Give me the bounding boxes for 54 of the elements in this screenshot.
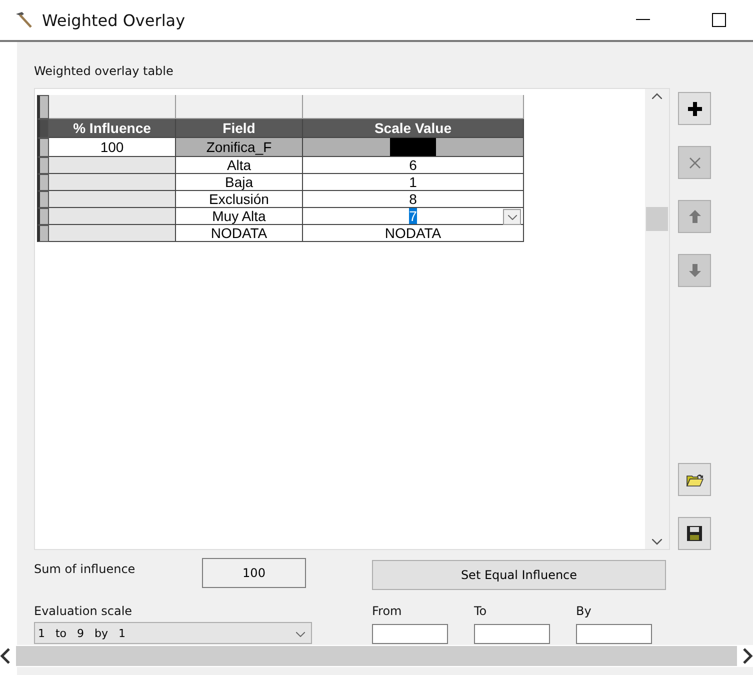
sum-field: 100 <box>202 558 306 588</box>
range-label: From <box>372 604 403 618</box>
open-button[interactable] <box>678 463 711 496</box>
scroll-right-icon[interactable] <box>743 648 753 664</box>
table-cell: Alta <box>176 157 303 174</box>
row-selector[interactable] <box>37 191 49 208</box>
column-header: % Influence <box>49 119 176 138</box>
chevron-down-icon <box>296 632 305 637</box>
row-selector[interactable] <box>37 138 49 157</box>
scroll-left-icon[interactable] <box>0 648 10 664</box>
close-icon <box>688 156 700 168</box>
table-cell: NODATA <box>176 225 303 242</box>
evaluation-label: Evaluation scale <box>34 604 134 618</box>
column-header: Field <box>176 119 303 138</box>
arrow-down-icon <box>688 264 700 277</box>
scroll-up-icon[interactable] <box>652 93 662 99</box>
hammer-icon <box>14 11 34 29</box>
range-field[interactable] <box>474 624 550 644</box>
row-selector[interactable] <box>37 95 49 119</box>
window-title: Weighted Overlay <box>42 10 186 30</box>
chevron-down-icon <box>508 214 516 220</box>
range-label: To <box>474 604 488 618</box>
table-cell: Muy Alta <box>176 208 303 225</box>
column-header: Scale Value <box>303 119 524 138</box>
folder-icon <box>686 472 704 486</box>
set-equal-influence-button[interactable]: Set Equal Influence <box>372 560 666 590</box>
minimize-icon <box>636 19 650 21</box>
row-selector[interactable] <box>37 157 49 174</box>
row-selector[interactable] <box>37 208 49 225</box>
section-label: Weighted overlay table <box>34 64 174 80</box>
table-cell: 100 <box>49 138 176 157</box>
table-cell: 6 <box>303 157 524 174</box>
table-cell: NODATA <box>303 225 524 242</box>
add-button[interactable] <box>678 92 711 125</box>
scrollbar-thumb[interactable] <box>646 207 668 231</box>
plus-icon <box>688 102 702 116</box>
range-field[interactable] <box>372 624 448 644</box>
table-cell: Exclusión <box>176 191 303 208</box>
range-field[interactable] <box>576 624 652 644</box>
arrow-up-icon <box>688 210 700 223</box>
row-selector[interactable] <box>37 174 49 191</box>
range-label: By <box>576 604 592 618</box>
row-selector[interactable] <box>37 225 49 242</box>
table-cell: 8 <box>303 191 524 208</box>
table-cell: Baja <box>176 174 303 191</box>
redaction-mark <box>390 138 436 156</box>
evaluation-dropdown[interactable]: 1 to 9 by 1 <box>34 622 312 644</box>
save-button[interactable] <box>678 517 711 550</box>
table-cell: Zonifica_F <box>176 138 303 157</box>
scroll-down-icon[interactable] <box>652 539 662 545</box>
table-cell: 1 <box>303 174 524 191</box>
scale-value-dropdown[interactable]: 7 <box>303 208 524 225</box>
maximize-icon <box>712 13 726 27</box>
sum-label: Sum of influence <box>34 562 136 576</box>
